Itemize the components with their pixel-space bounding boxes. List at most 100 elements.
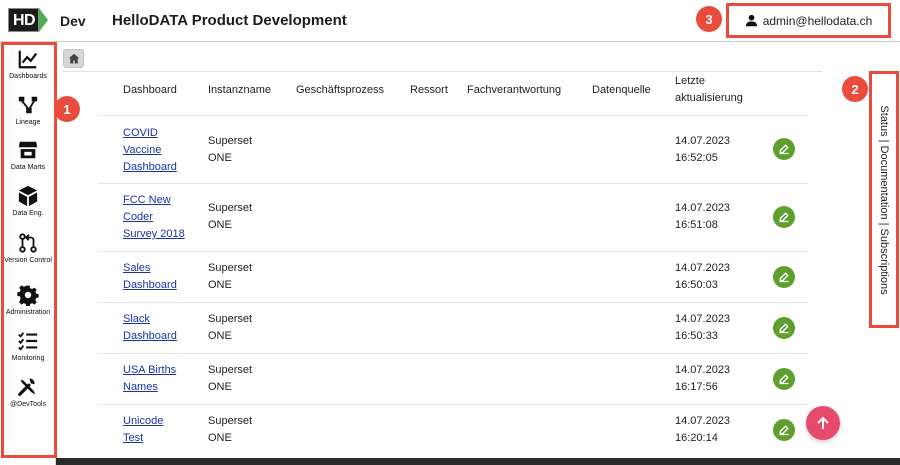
column-header-instanzname[interactable]: Instanzname: [208, 82, 271, 99]
edit-button[interactable]: [773, 368, 795, 390]
user-icon: [745, 14, 757, 27]
column-header-ressort[interactable]: Ressort: [410, 82, 448, 99]
instance-line: ONE: [208, 330, 232, 342]
table-row: USA Births Names Superset ONE 14.07.2023…: [98, 353, 808, 404]
updated-date: 14.07.2023: [675, 364, 731, 376]
sidebar-item-monitoring[interactable]: Monitoring: [2, 330, 54, 363]
logo-text: HD: [8, 8, 40, 32]
sidebar-item-devtools[interactable]: @DevTools: [2, 376, 54, 409]
dashboard-name-line: Dashboard: [123, 161, 177, 173]
column-header-fachverantwortung[interactable]: Fachverantwortung: [467, 82, 561, 99]
instance-line: Superset: [208, 364, 253, 376]
right-tab-label: Status | Documentation | Subscriptions: [878, 104, 890, 295]
updated-cell: 14.07.2023 16:50:03: [675, 260, 730, 294]
sidebar-item-label: Data Eng.: [12, 210, 44, 217]
dashboard-link[interactable]: Unicode Test: [123, 413, 163, 447]
edit-button[interactable]: [773, 419, 795, 441]
sidebar-item-label: Dashboards: [9, 73, 47, 80]
updated-time: 16:50:33: [675, 330, 718, 342]
column-header-geschaeftsprozess[interactable]: Geschäftsprozess: [296, 82, 384, 99]
lineage-icon: [18, 96, 38, 114]
edit-icon: [779, 374, 789, 385]
callout-marker-2: 2: [842, 76, 868, 102]
updated-date: 14.07.2023: [675, 415, 731, 427]
dashboard-link[interactable]: Sales Dashboard: [123, 260, 177, 294]
instance-cell: Superset ONE: [208, 260, 252, 294]
git-pull-request-icon: [19, 233, 37, 253]
column-header-datenquelle[interactable]: Datenquelle: [592, 82, 651, 99]
dashboard-name-line: Dashboard: [123, 330, 177, 342]
hellodata-logo[interactable]: HD: [8, 8, 49, 32]
instance-line: Superset: [208, 313, 253, 325]
instance-line: Superset: [208, 202, 253, 214]
updated-time: 16:50:03: [675, 279, 718, 291]
dashboard-link[interactable]: Slack Dashboard: [123, 311, 177, 345]
dashboard-link[interactable]: USA Births Names: [123, 362, 176, 396]
column-header-letzte-line2: aktualisierung: [675, 92, 743, 104]
edit-button[interactable]: [773, 138, 795, 160]
sidebar-item-label: Lineage: [15, 119, 41, 126]
environment-label: Dev: [60, 13, 86, 29]
instance-cell: Superset ONE: [208, 362, 252, 396]
content-divider: [62, 71, 822, 72]
updated-cell: 14.07.2023 16:50:33: [675, 311, 730, 345]
sidebar-item-data-marts[interactable]: Data Marts: [2, 139, 54, 172]
bottom-shadow: [56, 458, 900, 465]
sidebar-item-data-eng[interactable]: Data Eng.: [2, 185, 54, 218]
home-button[interactable]: [63, 49, 84, 68]
cube-icon: [18, 185, 38, 207]
logo-arrow-icon: [39, 8, 49, 32]
updated-time: 16:51:08: [675, 219, 718, 231]
tools-icon: [18, 378, 36, 396]
updated-date: 14.07.2023: [675, 313, 731, 325]
sidebar-item-administration[interactable]: Administration: [2, 284, 54, 317]
scroll-to-top-button[interactable]: [806, 406, 840, 440]
sidebar-item-label: Monitoring: [11, 355, 45, 362]
sidebar-item-label: @DevTools: [10, 401, 46, 408]
instance-line: ONE: [208, 152, 232, 164]
dashboard-name-line: Survey 2018: [123, 228, 185, 240]
dashboard-name-line: Test: [123, 432, 144, 444]
column-header-letzte[interactable]: Letzte aktualisierung: [675, 73, 743, 107]
instance-line: ONE: [208, 432, 232, 444]
instance-line: Superset: [208, 415, 253, 427]
dashboard-name-line: Coder: [123, 211, 153, 223]
edit-icon: [779, 272, 789, 283]
instance-line: ONE: [208, 219, 232, 231]
status-documentation-subscriptions-tab[interactable]: Status | Documentation | Subscriptions: [869, 71, 899, 328]
dashboard-name-line: Unicode: [123, 415, 164, 427]
callout-marker-1: 1: [54, 96, 80, 122]
edit-button[interactable]: [773, 266, 795, 288]
user-menu-button[interactable]: admin@hellodata.ch: [726, 3, 891, 38]
updated-time: 16:17:56: [675, 381, 718, 393]
instance-line: ONE: [208, 381, 232, 393]
instance-line: ONE: [208, 279, 232, 291]
gear-icon: [17, 285, 39, 306]
dashboard-link[interactable]: FCC New Coder Survey 2018: [123, 192, 185, 243]
sidebar-item-version-control[interactable]: Version Control: [2, 232, 54, 265]
edit-button[interactable]: [773, 317, 795, 339]
updated-cell: 14.07.2023 16:17:56: [675, 362, 730, 396]
app-header: HD Dev HelloDATA Product Development adm…: [0, 0, 900, 42]
sidebar-item-lineage[interactable]: Lineage: [2, 94, 54, 127]
instance-line: Superset: [208, 135, 253, 147]
edit-button[interactable]: [773, 206, 795, 228]
sidebar-item-label: Data Marts: [10, 164, 46, 171]
column-header-dashboard[interactable]: Dashboard: [123, 82, 177, 99]
checklist-icon: [18, 332, 38, 351]
edit-icon: [779, 212, 789, 223]
edit-icon: [779, 323, 789, 334]
user-email: admin@hellodata.ch: [762, 13, 873, 28]
dashboard-name-line: Names: [123, 381, 158, 393]
updated-time: 16:20:14: [675, 432, 718, 444]
app-title: HelloDATA Product Development: [112, 12, 347, 29]
updated-cell: 14.07.2023 16:52:05: [675, 133, 730, 167]
sidebar-item-dashboards[interactable]: Dashboards: [2, 48, 54, 81]
instance-line: Superset: [208, 262, 253, 274]
sidebar-item-label: Version Control: [4, 257, 52, 264]
table-row: Slack Dashboard Superset ONE 14.07.2023 …: [98, 302, 808, 353]
dashboard-name-line: Vaccine: [123, 144, 162, 156]
updated-cell: 14.07.2023 16:20:14: [675, 413, 730, 447]
dashboard-link[interactable]: COVID Vaccine Dashboard: [123, 125, 177, 176]
updated-date: 14.07.2023: [675, 135, 731, 147]
